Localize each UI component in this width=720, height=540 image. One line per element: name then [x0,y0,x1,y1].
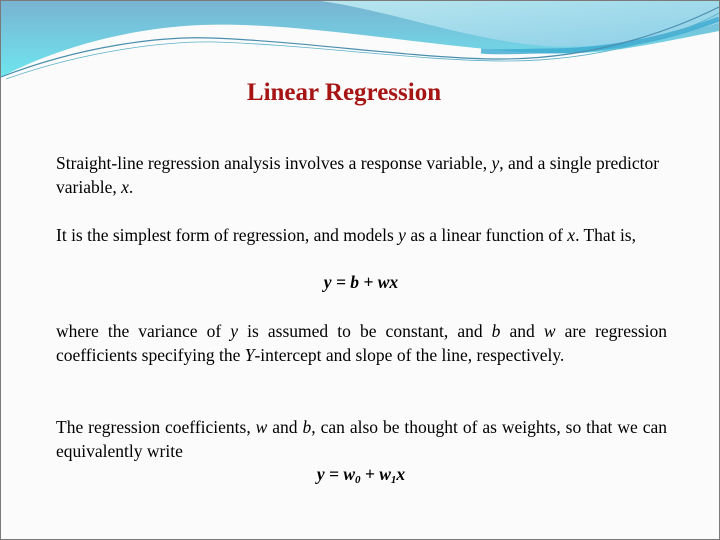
text: as a linear function of [405,225,568,245]
text: It is the simplest form of regression, a… [56,225,399,245]
text: and [500,321,544,341]
text: y = w [316,464,355,484]
text: where the variance of [56,321,231,341]
variable-x: x [121,177,129,197]
variable-Y: Y [244,345,255,365]
slide-title: Linear Regression [246,79,442,106]
variable-w: w [543,321,556,341]
formula-weights: y = w0 + w1x [1,464,719,486]
paragraph-weights: The regression coefficients, w and b, ca… [56,415,667,463]
text: is assumed to be constant, and [238,321,492,341]
variable-b: b [302,417,312,437]
text: The regression coefficients, [56,417,256,437]
variable-y: y [398,225,406,245]
paragraph-coefficients: where the variance of y is assumed to be… [56,319,667,367]
paragraph-simplest-form: It is the simplest form of regression, a… [56,223,667,247]
paragraph-definition: Straight-line regression analysis involv… [56,151,667,199]
text: . That is, [575,225,636,245]
text: + w [360,464,391,484]
text: . [128,177,134,197]
header-wave-decoration [1,1,719,80]
text: x [396,464,406,484]
text: -intercept and slope of the line, respec… [254,345,565,365]
formula-linear: y = b + wx [323,272,399,292]
slide: Linear Regression Straight-line regressi… [0,0,720,540]
variable-y: y [230,321,239,341]
variable-w: w [255,417,268,437]
text: Straight-line regression analysis involv… [56,153,492,173]
text: and [267,417,303,437]
variable-x: x [567,225,576,245]
